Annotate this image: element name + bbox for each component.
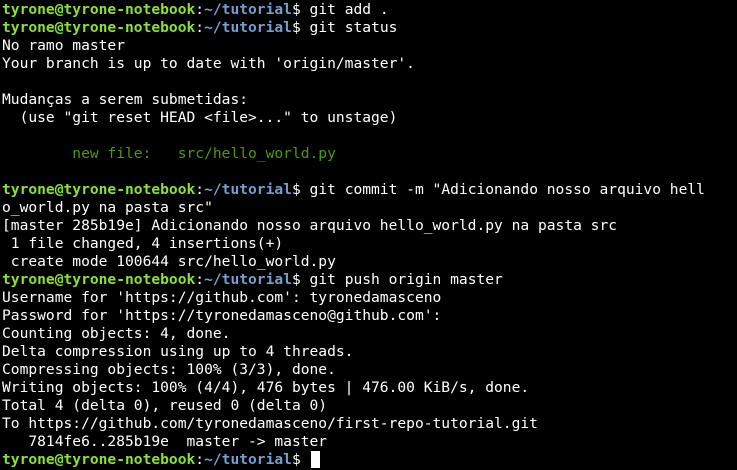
output-text: [master 285b19e] Adicionando nosso arqui… — [2, 217, 618, 234]
output-text: Total 4 (delta 0), reused 0 (delta 0) — [2, 397, 328, 414]
prompt-user: tyrone@tyrone-notebook — [2, 19, 196, 36]
output-line: Delta compression using up to 4 threads. — [2, 343, 737, 361]
prompt-path: ~/tutorial — [204, 181, 292, 198]
prompt-separator: : — [195, 19, 205, 36]
command-text: git push origin master — [309, 271, 503, 288]
prompt-path: ~/tutorial — [204, 1, 292, 18]
prompt-symbol: $ — [291, 271, 310, 288]
prompt-path: ~/tutorial — [204, 271, 292, 288]
prompt-user: tyrone@tyrone-notebook — [2, 451, 196, 468]
prompt-path: ~/tutorial — [204, 451, 292, 468]
output-text: Password for 'https://tyronedamasceno@gi… — [2, 307, 442, 324]
prompt-line: tyrone@tyrone-notebook:~/tutorial$ — [2, 451, 737, 469]
output-text: (use "git reset HEAD <file>..." to unsta… — [2, 109, 398, 126]
output-line: Username for 'https://github.com': tyron… — [2, 289, 737, 307]
output-line: Counting objects: 4, done. — [2, 325, 737, 343]
output-text: Your branch is up to date with 'origin/m… — [2, 55, 415, 72]
output-line: create mode 100644 src/hello_world.py — [2, 253, 737, 271]
prompt-line: tyrone@tyrone-notebook:~/tutorial$ git a… — [2, 1, 737, 19]
output-text: create mode 100644 src/hello_world.py — [2, 253, 336, 270]
prompt-user: tyrone@tyrone-notebook — [2, 271, 196, 288]
output-text: To https://github.com/tyronedamasceno/fi… — [2, 415, 538, 432]
command-text: git status — [309, 19, 398, 36]
output-text: Delta compression using up to 4 threads. — [2, 343, 354, 360]
output-line: Password for 'https://tyronedamasceno@gi… — [2, 307, 737, 325]
output-text: Username for 'https://github.com': tyron… — [2, 289, 442, 306]
prompt-symbol: $ — [291, 1, 310, 18]
prompt-symbol: $ — [291, 19, 310, 36]
output-line: No ramo master — [2, 37, 737, 55]
output-line: o_world.py na pasta src" — [2, 199, 737, 217]
output-text: No ramo master — [2, 37, 126, 54]
output-line: new file: src/hello_world.py — [2, 145, 737, 163]
prompt-line: tyrone@tyrone-notebook:~/tutorial$ git s… — [2, 19, 737, 37]
output-text: Mudanças a serem submetidas: — [2, 91, 249, 108]
output-line: [master 285b19e] Adicionando nosso arqui… — [2, 217, 737, 235]
prompt-separator: : — [195, 451, 205, 468]
output-text: 1 file changed, 4 insertions(+) — [2, 235, 284, 252]
output-line: 1 file changed, 4 insertions(+) — [2, 235, 737, 253]
output-line: 7814fe6..285b19e master -> master — [2, 433, 737, 451]
output-text: 7814fe6..285b19e master -> master — [2, 433, 328, 450]
command-text: git add . — [309, 1, 389, 18]
prompt-symbol: $ — [291, 181, 310, 198]
prompt-user: tyrone@tyrone-notebook — [2, 181, 196, 198]
prompt-line: tyrone@tyrone-notebook:~/tutorial$ git c… — [2, 181, 737, 199]
text-cursor[interactable] — [310, 451, 320, 468]
output-line: Your branch is up to date with 'origin/m… — [2, 55, 737, 73]
output-line: (use "git reset HEAD <file>..." to unsta… — [2, 109, 737, 127]
output-line: Compressing objects: 100% (3/3), done. — [2, 361, 737, 379]
staged-file-text: new file: src/hello_world.py — [2, 145, 336, 162]
output-text: Writing objects: 100% (4/4), 476 bytes |… — [2, 379, 530, 396]
prompt-line: tyrone@tyrone-notebook:~/tutorial$ git p… — [2, 271, 737, 289]
command-text: git commit -m "Adicionando nosso arquivo… — [309, 181, 705, 198]
prompt-symbol: $ — [291, 451, 310, 468]
output-text: Compressing objects: 100% (3/3), done. — [2, 361, 336, 378]
prompt-separator: : — [195, 181, 205, 198]
output-text: o_world.py na pasta src" — [2, 199, 213, 216]
prompt-separator: : — [195, 271, 205, 288]
output-text: Counting objects: 4, done. — [2, 325, 231, 342]
output-line: To https://github.com/tyronedamasceno/fi… — [2, 415, 737, 433]
output-line: Total 4 (delta 0), reused 0 (delta 0) — [2, 397, 737, 415]
prompt-separator: : — [195, 1, 205, 18]
output-line: Writing objects: 100% (4/4), 476 bytes |… — [2, 379, 737, 397]
prompt-user: tyrone@tyrone-notebook — [2, 1, 196, 18]
terminal-window[interactable]: tyrone@tyrone-notebook:~/tutorial$ git a… — [0, 0, 737, 470]
output-line: Mudanças a serem submetidas: — [2, 91, 737, 109]
prompt-path: ~/tutorial — [204, 19, 292, 36]
